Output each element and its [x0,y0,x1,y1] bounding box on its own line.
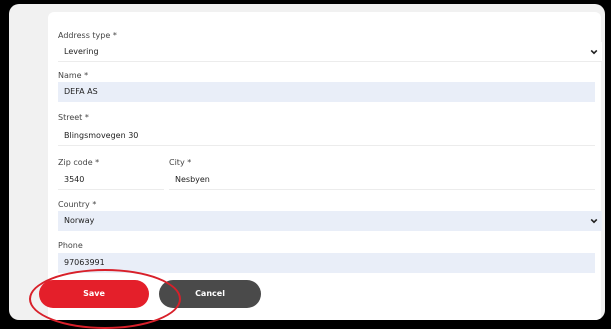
city-field[interactable]: Nesbyen [169,170,595,190]
address-type-label: Address type * [58,31,117,40]
city-value: Nesbyen [175,175,210,184]
country-select[interactable]: Norway [58,211,602,231]
save-button[interactable]: Save [39,280,149,308]
zip-code-field[interactable]: 3540 [58,170,164,190]
name-value: DEFA AS [64,87,98,96]
name-label: Name * [58,71,89,80]
street-value: Blingsmovegen 30 [64,131,139,140]
country-value: Norway [64,216,95,225]
street-label: Street * [58,113,89,122]
phone-label: Phone [58,241,83,250]
address-form-card: Address type * Levering Name * DEFA AS S… [9,4,605,320]
zip-code-label: Zip code * [58,158,100,167]
zip-code-value: 3540 [64,175,85,184]
name-field[interactable]: DEFA AS [58,82,595,102]
address-type-value: Levering [64,47,99,56]
phone-value: 97063991 [64,258,105,267]
address-type-select[interactable]: Levering [58,42,602,62]
phone-field[interactable]: 97063991 [58,253,595,273]
chevron-down-icon [590,49,598,55]
country-label: Country * [58,200,97,209]
cancel-button[interactable]: Cancel [159,280,261,308]
street-field[interactable]: Blingsmovegen 30 [58,126,595,146]
address-form: Address type * Levering Name * DEFA AS S… [48,12,602,320]
city-label: City * [169,158,192,167]
chevron-down-icon [590,218,598,224]
